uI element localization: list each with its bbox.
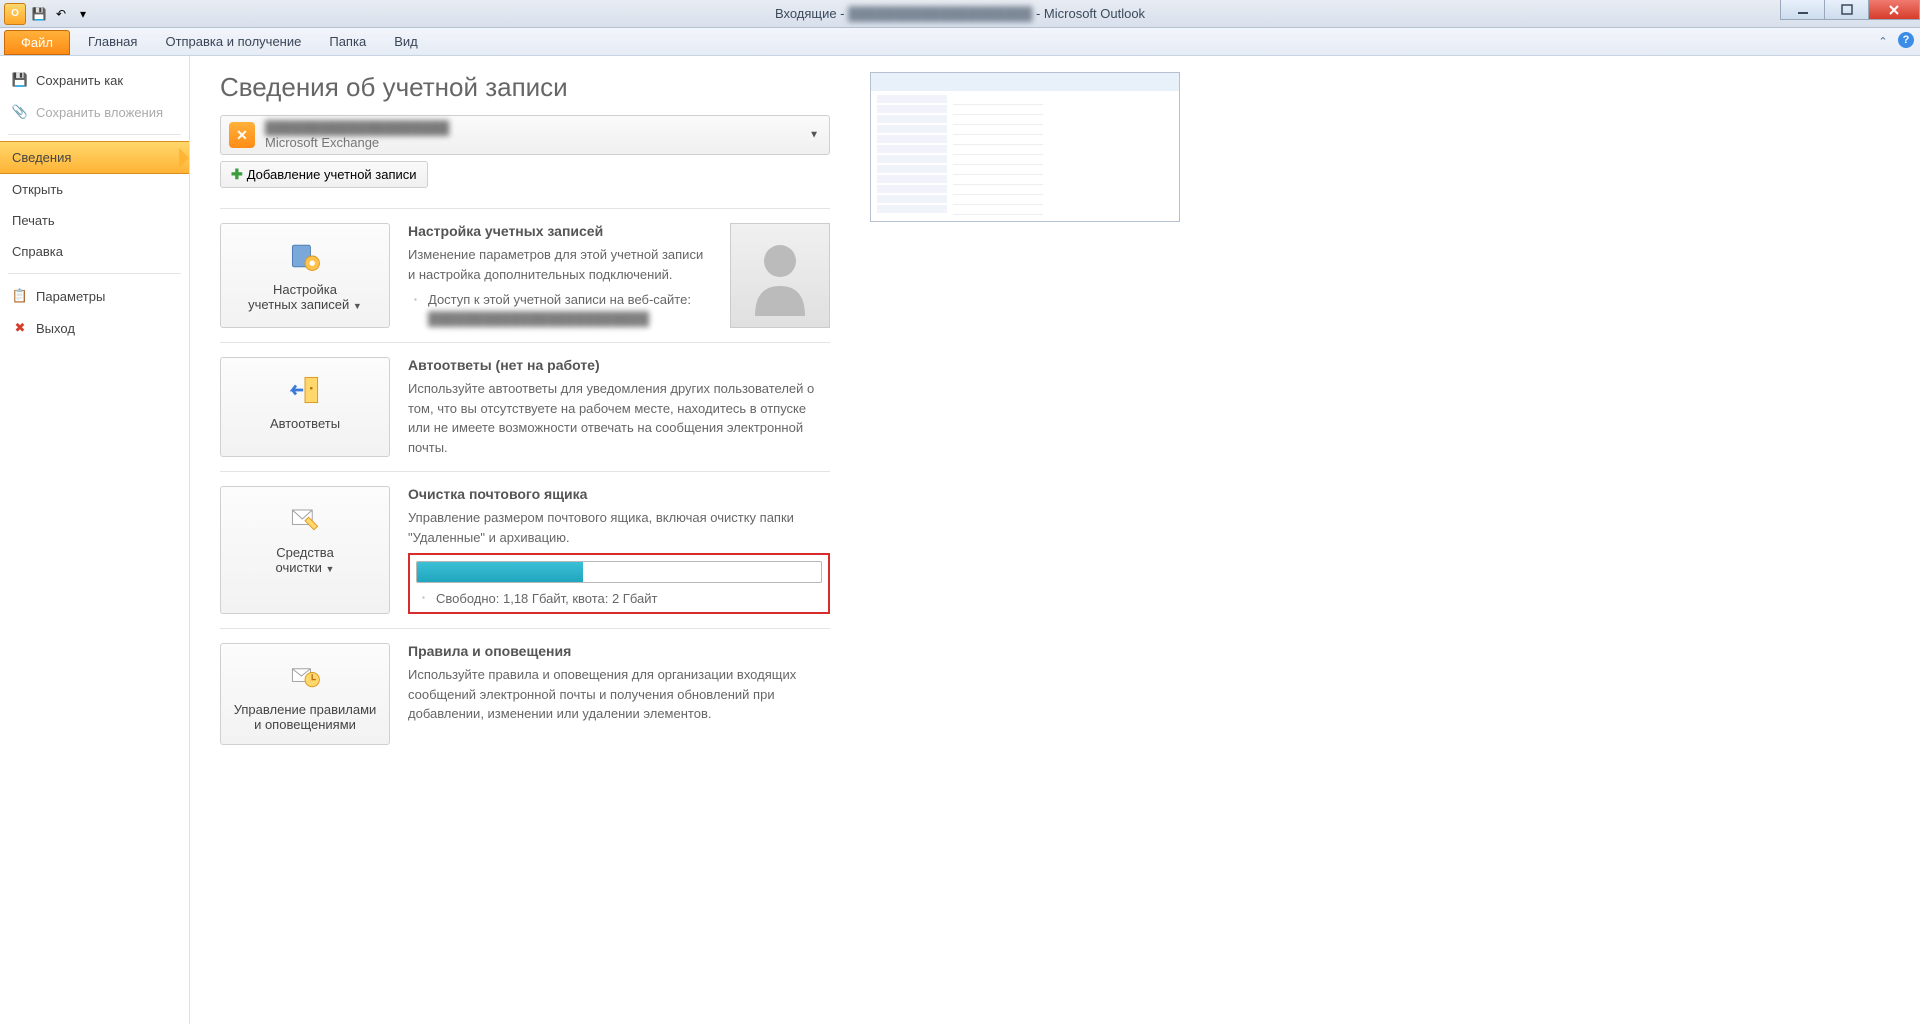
help-icon[interactable]: ? [1898, 32, 1914, 48]
web-access-url: ████████████████████████ [408, 311, 712, 326]
section-description: Управление размером почтового ящика, вкл… [408, 508, 830, 547]
section-title: Автоответы (нет на работе) [408, 357, 830, 373]
titlebar: O 💾 ↶ ▾ Входящие - ████████████████████ … [0, 0, 1920, 28]
undo-icon[interactable]: ↶ [52, 5, 70, 23]
menu-exit[interactable]: ✖ Выход [0, 312, 189, 344]
tab-folder[interactable]: Папка [315, 28, 380, 55]
chevron-down-icon: ▼ [326, 564, 335, 574]
outlook-icon: O [4, 3, 26, 25]
options-icon: 📋 [12, 288, 28, 304]
tab-view[interactable]: Вид [380, 28, 432, 55]
quota-text: Свободно: 1,18 Гбайт, квота: 2 Гбайт [416, 591, 822, 606]
quota-progress-bar [416, 561, 822, 583]
menu-info[interactable]: Сведения [0, 141, 189, 174]
plus-icon: ✚ [231, 166, 243, 183]
avatar-placeholder [730, 223, 830, 328]
window-title: Входящие - ████████████████████ - Micros… [775, 6, 1145, 21]
cleanup-button[interactable]: Средстваочистки ▼ [220, 486, 390, 614]
account-settings-icon [285, 236, 325, 276]
section-description: Используйте правила и оповещения для орг… [408, 665, 830, 724]
collapse-ribbon-icon[interactable]: ⌃ [1874, 32, 1892, 50]
quota-highlight: Свободно: 1,18 Гбайт, квота: 2 Гбайт [408, 553, 830, 614]
ribbon: Файл Главная Отправка и получение Папка … [0, 28, 1920, 56]
section-rules: Управление правиламии оповещениями Прави… [220, 628, 830, 759]
quota-fill [417, 562, 583, 582]
section-autoreply: Автоответы Автоответы (нет на работе) Ис… [220, 342, 830, 471]
cleanup-icon [285, 499, 325, 539]
menu-separator [8, 273, 181, 274]
tab-home[interactable]: Главная [74, 28, 151, 55]
save-as-icon: 💾 [12, 72, 28, 88]
web-access-label: Доступ к этой учетной записи на веб-сайт… [408, 290, 712, 311]
attachment-icon: 📎 [12, 104, 28, 120]
autoreply-button[interactable]: Автоответы [220, 357, 390, 457]
rules-icon [285, 656, 325, 696]
tab-file[interactable]: Файл [4, 30, 70, 55]
rules-button[interactable]: Управление правиламии оповещениями [220, 643, 390, 745]
add-account-button[interactable]: ✚ Добавление учетной записи [220, 161, 428, 188]
menu-options[interactable]: 📋 Параметры [0, 280, 189, 312]
section-title: Настройка учетных записей [408, 223, 712, 239]
tab-send-receive[interactable]: Отправка и получение [151, 28, 315, 55]
window-controls [1781, 0, 1920, 20]
print-preview-thumbnail [870, 72, 1180, 222]
menu-help[interactable]: Справка [0, 236, 189, 267]
section-description: Используйте автоответы для уведомления д… [408, 379, 830, 457]
section-account-settings: Настройкаучетных записей ▼ Настройка уче… [220, 208, 830, 342]
backstage-view: 💾 Сохранить как 📎 Сохранить вложения Све… [0, 56, 1920, 1024]
qat-dropdown-icon[interactable]: ▾ [74, 5, 92, 23]
section-cleanup: Средстваочистки ▼ Очистка почтового ящик… [220, 471, 830, 628]
menu-open[interactable]: Открыть [0, 174, 189, 205]
chevron-down-icon: ▼ [809, 130, 819, 141]
section-title: Очистка почтового ящика [408, 486, 830, 502]
account-settings-button[interactable]: Настройкаучетных записей ▼ [220, 223, 390, 328]
account-email: ████████████████████ [265, 120, 821, 135]
chevron-down-icon: ▼ [353, 301, 362, 311]
maximize-button[interactable] [1824, 0, 1869, 20]
account-selector[interactable]: ✕ ████████████████████ Microsoft Exchang… [220, 115, 830, 155]
menu-print[interactable]: Печать [0, 205, 189, 236]
section-description: Изменение параметров для этой учетной за… [408, 245, 712, 284]
backstage-menu: 💾 Сохранить как 📎 Сохранить вложения Све… [0, 56, 190, 1024]
autoreply-icon [285, 370, 325, 410]
account-type: Microsoft Exchange [265, 135, 821, 150]
section-title: Правила и оповещения [408, 643, 830, 659]
menu-save-as[interactable]: 💾 Сохранить как [0, 64, 189, 96]
menu-save-attachments: 📎 Сохранить вложения [0, 96, 189, 128]
save-icon[interactable]: 💾 [30, 5, 48, 23]
minimize-button[interactable] [1780, 0, 1825, 20]
quick-access-toolbar: O 💾 ↶ ▾ [0, 3, 92, 25]
exit-icon: ✖ [12, 320, 28, 336]
page-title: Сведения об учетной записи [220, 72, 830, 103]
menu-separator [8, 134, 181, 135]
backstage-content: Сведения об учетной записи ✕ ███████████… [190, 56, 1920, 1024]
close-button[interactable] [1868, 0, 1920, 20]
exchange-icon: ✕ [229, 122, 255, 148]
